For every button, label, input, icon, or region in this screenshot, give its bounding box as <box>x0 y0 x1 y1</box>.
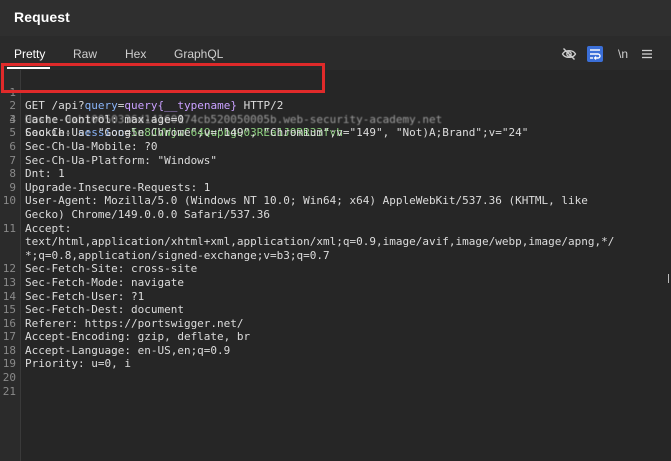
request-line-9: 9 Upgrade-Insecure-Requests: 1 <box>0 180 210 195</box>
header-line: Sec-Ch-Ua: "Google Chrome";v="149", "Chr… <box>25 126 529 140</box>
header-line: Sec-Fetch-Mode: navigate <box>25 275 184 289</box>
header-line: Referer: https://portswigger.net/ <box>25 316 244 330</box>
line-number: 11 <box>2 221 16 235</box>
line-number: 9 <box>9 180 16 194</box>
request-line-15: 15 Sec-Fetch-Dest: document <box>0 303 184 317</box>
request-line-10-cont: Gecko) Chrome/149.0.0.0 Safari/537.36 <box>0 208 270 222</box>
line-number: 17 <box>2 330 16 344</box>
header-line: Sec-Fetch-Site: cross-site <box>25 262 198 276</box>
query-param-value[interactable]: query{__typename} <box>124 99 237 112</box>
line-number: 5 <box>9 126 16 140</box>
request-line-16: 16 Referer: https://portswigger.net/ <box>0 316 244 331</box>
request-line-5: 5 Sec-Ch-Ua: "Google Chrome";v="149", "Ch… <box>0 126 528 140</box>
eye-off-icon <box>561 48 577 60</box>
line-number: 8 <box>9 167 16 181</box>
line-number: 12 <box>2 262 16 276</box>
header-line: Accept-Encoding: gzip, deflate, br <box>25 330 251 344</box>
request-line-18: 18 Accept-Language: en-US,en;q=0.9 <box>0 343 231 358</box>
header-line: Sec-Fetch-User: ?1 <box>25 289 145 303</box>
request-line-8: 8 Dnt: 1 <box>0 167 64 181</box>
query-param-name[interactable]: query <box>85 99 118 112</box>
menu-icon <box>642 49 652 59</box>
line-number: 10 <box>2 194 16 208</box>
request-line-17: 17 Accept-Encoding: gzip, deflate, br <box>0 330 250 344</box>
header-line: Gecko) Chrome/149.0.0.0 Safari/537.36 <box>25 207 271 221</box>
header-line: Sec-Ch-Ua-Platform: "Windows" <box>25 153 218 167</box>
request-line-20: 20 <box>0 371 53 385</box>
line-number: 18 <box>2 343 16 357</box>
header-line: Cache-Control: max-age=0 <box>25 112 184 126</box>
request-line-7: 7 Sec-Ch-Ua-Platform: "Windows" <box>0 153 217 168</box>
request-path: /api? <box>51 99 85 113</box>
show-newlines-toggle[interactable]: \n <box>615 46 631 62</box>
line-number: 6 <box>9 139 16 153</box>
tab-hex[interactable]: Hex <box>125 47 146 61</box>
header-line: Sec-Fetch-Dest: document <box>25 303 184 317</box>
line-number: 4 <box>9 112 16 126</box>
request-line-10: 10 User-Agent: Mozilla/5.0 (Windows NT 10… <box>0 194 588 208</box>
request-line-19: 19 Priority: u=0, i <box>0 357 131 371</box>
header-line: Dnt: 1 <box>25 167 65 181</box>
view-tabs: Pretty Raw Hex GraphQL \n <box>0 38 671 70</box>
tab-graphql[interactable]: GraphQL <box>174 47 223 61</box>
header-line: Accept: <box>25 221 72 235</box>
request-line-text: GET /api?query=query{__typename} HTTP/2 <box>25 99 283 113</box>
request-line-13: 13 Sec-Fetch-Mode: navigate <box>0 275 184 290</box>
http-protocol: HTTP/2 <box>243 99 284 113</box>
request-line-11-cont-b: *;q=0.8,application/signed-exchange;v=b3… <box>0 249 330 263</box>
line-number: 21 <box>2 384 16 398</box>
request-line-12: 12 Sec-Fetch-Site: cross-site <box>0 262 197 276</box>
panel-header: Request <box>0 0 671 36</box>
header-line: Sec-Ch-Ua-Mobile: ?0 <box>25 139 158 153</box>
line-number: 15 <box>2 303 16 317</box>
hide-nonprintable-toggle[interactable] <box>561 46 577 62</box>
active-tab-indicator <box>7 67 50 69</box>
request-line-11-cont-a: text/html,application/xhtml+xml,applicat… <box>0 235 614 249</box>
header-line: Accept-Language: en-US,en;q=0.9 <box>25 343 231 357</box>
line-number: 7 <box>9 153 16 167</box>
header-line: text/html,application/xhtml+xml,applicat… <box>25 235 615 249</box>
request-line-14: 14 Sec-Fetch-User: ?1 <box>0 289 144 304</box>
request-line-21: 21 <box>0 385 53 399</box>
line-number: 13 <box>2 275 16 289</box>
request-line-6: 6 Sec-Ch-Ua-Mobile: ?0 <box>0 139 157 154</box>
horizontal-overflow-marker <box>668 274 669 283</box>
request-panel: Request Pretty Raw Hex GraphQL \n 1 GET … <box>0 0 671 461</box>
request-lines: 1 GET /api?query=query{__typename} HTTP/… <box>0 72 615 399</box>
tab-raw[interactable]: Raw <box>73 47 97 61</box>
panel-menu-button[interactable] <box>640 46 654 62</box>
panel-title: Request <box>14 9 70 25</box>
request-line-2: 2 Host: 0ab10050336d14160174cb520050005b… <box>0 86 442 126</box>
header-line: *;q=0.8,application/signed-exchange;v=b3… <box>25 248 330 262</box>
line-number: 19 <box>2 357 16 371</box>
line-number: 16 <box>2 316 16 330</box>
request-editor[interactable]: 1 GET /api?query=query{__typename} HTTP/… <box>0 70 671 461</box>
request-line-3: 3 Cookie: session=5n8JVWjwC64QupbgQ03REa… <box>0 99 343 140</box>
line-number: 14 <box>2 289 16 303</box>
header-line: Upgrade-Insecure-Requests: 1 <box>25 180 211 194</box>
tab-pretty[interactable]: Pretty <box>14 47 45 61</box>
request-line-1: 1 GET /api?query=query{__typename} HTTP/… <box>0 72 283 113</box>
wrap-lines-toggle[interactable] <box>587 46 603 62</box>
request-line-4: 4 Cache-Control: max-age=0 <box>0 112 184 127</box>
header-line: User-Agent: Mozilla/5.0 (Windows NT 10.0… <box>25 194 588 208</box>
request-line-11: 11 Accept: <box>0 221 72 236</box>
wrap-text-icon <box>590 49 601 60</box>
header-line: Priority: u=0, i <box>25 357 131 371</box>
line-number: 20 <box>2 371 16 385</box>
